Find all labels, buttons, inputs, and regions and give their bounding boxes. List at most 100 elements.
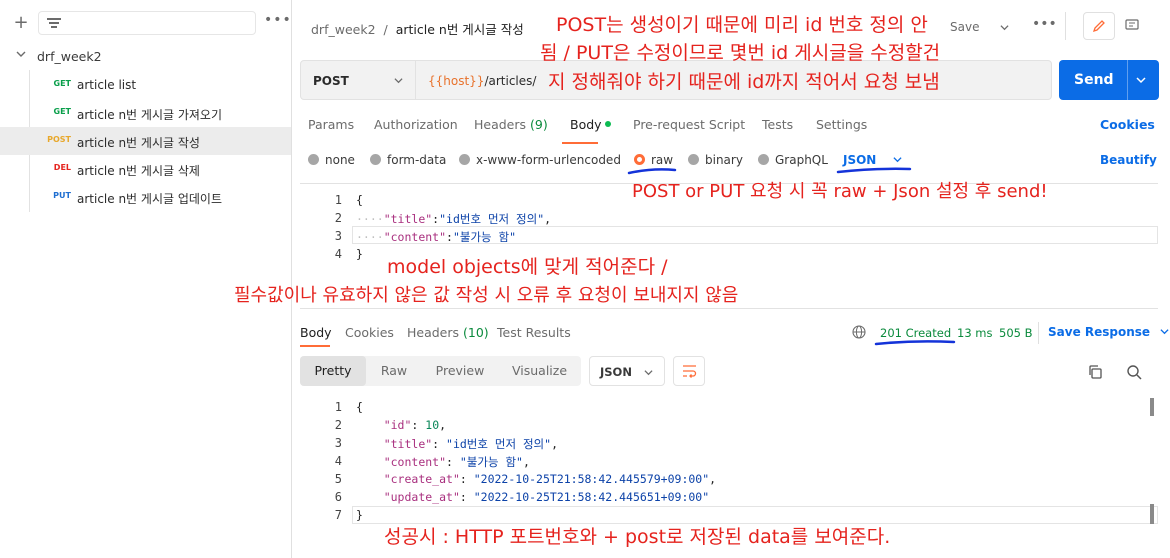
annotation-model-line-1: model objects에 맞게 적어준다 / (387, 256, 668, 278)
line-number: 4 (334, 247, 342, 261)
chevron-down-icon (394, 78, 403, 84)
radio-form-data[interactable]: form-data (370, 153, 446, 167)
radio-raw[interactable]: raw (634, 153, 673, 167)
annotation-top-line-1: POST는 생성이기 때문에 미리 id 번호 정의 안 (556, 14, 928, 36)
divider (1038, 322, 1039, 344)
radio-label: binary (705, 153, 743, 167)
line-number: 3 (334, 229, 342, 243)
sidebar-request-item-active[interactable]: POST article n번 게시글 작성 (0, 127, 291, 155)
radio-label: GraphQL (775, 153, 828, 167)
breadcrumb-collection[interactable]: drf_week2 (311, 22, 376, 37)
chevron-down-icon[interactable] (1000, 23, 1009, 32)
active-tab-indicator (300, 345, 330, 347)
line-number: 4 (334, 454, 342, 468)
scrollbar-thumb[interactable] (1150, 504, 1154, 524)
collection-name: drf_week2 (37, 49, 102, 64)
line-number: 2 (334, 211, 342, 225)
sidebar-filter-input[interactable] (38, 11, 256, 35)
comments-button[interactable] (1116, 12, 1148, 40)
code-line: { (356, 400, 363, 414)
view-raw[interactable]: Raw (366, 356, 422, 386)
view-preview[interactable]: Preview (422, 356, 498, 386)
annotation-raw-json: POST or PUT 요청 시 꼭 raw + Json 설정 후 send! (632, 181, 1048, 202)
sidebar-request-item[interactable]: GET article n번 게시글 가져오기 (0, 99, 291, 127)
line-number: 2 (334, 418, 342, 432)
tab-body[interactable]: Body (570, 117, 611, 132)
new-plus-icon[interactable]: + (12, 14, 30, 32)
copy-icon[interactable] (1087, 364, 1103, 380)
beautify-link[interactable]: Beautify (1100, 153, 1157, 167)
radio-urlencoded[interactable]: x-www-form-urlencoded (459, 153, 621, 167)
wrap-lines-button[interactable] (673, 356, 705, 386)
view-pretty[interactable]: Pretty (300, 356, 366, 386)
method-badge: GET (53, 79, 72, 88)
tab-authorization[interactable]: Authorization (374, 117, 458, 132)
search-icon[interactable] (1126, 364, 1142, 380)
sidebar-request-item[interactable]: PUT article n번 게시글 업데이트 (0, 183, 291, 211)
globe-icon[interactable] (852, 325, 866, 339)
response-format-select[interactable]: JSON (589, 356, 665, 386)
pencil-icon (1092, 20, 1105, 33)
line-number: 7 (334, 508, 342, 522)
line-number: 5 (334, 472, 342, 486)
tab-response-cookies[interactable]: Cookies (345, 325, 394, 340)
response-view-tabs: Pretty Raw Preview Visualize (300, 356, 581, 386)
code-line: ····"title":"id번호 먼저 정의", (356, 212, 552, 226)
sidebar-request-item[interactable]: DEL article n번 게시글 삭제 (0, 155, 291, 183)
brace: { (356, 400, 363, 414)
annotation-top-line-2: 됨 / PUT은 수정이므로 몇번 id 게시글을 수정할건 (540, 42, 941, 64)
scrollbar-thumb[interactable] (1150, 398, 1154, 416)
code-line: "update_at": "2022-10-25T21:58:42.445651… (383, 490, 710, 504)
response-time[interactable]: 13 ms (957, 326, 992, 340)
breadcrumb-request[interactable]: article n번 게시글 작성 (396, 22, 524, 37)
tab-tests[interactable]: Tests (762, 117, 793, 132)
url-path: /articles/ (484, 74, 537, 88)
code-line: { (356, 193, 363, 207)
tab-headers[interactable]: Headers (9) (474, 117, 548, 132)
code-line: "content": "불가능 함", (383, 455, 530, 469)
tab-test-results[interactable]: Test Results (497, 325, 571, 340)
annotation-top-line-3: 지 정해줘야 하기 때문에 id까지 적어서 요청 보냄 (548, 71, 940, 93)
brace: } (356, 508, 363, 522)
chevron-down-icon[interactable] (1136, 75, 1146, 85)
active-tab-indicator (562, 142, 598, 144)
chevron-down-icon (892, 157, 902, 163)
json-key: "title" (383, 437, 433, 451)
tab-params[interactable]: Params (308, 117, 354, 132)
radio-binary[interactable]: binary (688, 153, 743, 167)
url-input[interactable]: {{host}}/articles/ (428, 74, 536, 88)
radio-dot-selected (634, 154, 645, 165)
method-value: POST (313, 74, 349, 88)
radio-label: raw (651, 153, 674, 167)
response-size[interactable]: 505 B (999, 326, 1033, 340)
view-visualize[interactable]: Visualize (498, 356, 581, 386)
collection-item[interactable]: drf_week2 (0, 46, 292, 68)
json-key: "id" (383, 418, 412, 432)
tab-prerequest-script[interactable]: Pre-request Script (633, 117, 745, 132)
breadcrumb-separator: / (383, 22, 388, 37)
tab-settings[interactable]: Settings (816, 117, 867, 132)
body-format-select[interactable]: JSON (843, 153, 902, 167)
response-body-viewer[interactable]: 1 2 3 4 5 6 7 { "id": 10, "title": "id번호… (300, 396, 1158, 526)
more-icon[interactable]: ••• (1032, 16, 1057, 32)
radio-label: form-data (387, 153, 447, 167)
chevron-down-icon[interactable] (16, 49, 26, 59)
save-response-button[interactable]: Save Response (1048, 325, 1169, 339)
send-button[interactable]: Send (1059, 60, 1159, 100)
filter-icon[interactable] (47, 18, 61, 29)
sidebar-request-item[interactable]: GET article list (0, 71, 291, 99)
json-key: "content" (383, 230, 447, 244)
edit-pencil-button[interactable] (1083, 12, 1115, 40)
headers-count: (10) (463, 325, 489, 340)
json-value: "id번호 먼저 정의" (439, 212, 545, 226)
radio-none[interactable]: none (308, 153, 355, 167)
sidebar-more-icon[interactable]: ••• (264, 12, 292, 28)
method-select[interactable]: POST (301, 61, 416, 99)
radio-graphql[interactable]: GraphQL (758, 153, 828, 167)
tab-response-body[interactable]: Body (300, 325, 332, 340)
method-badge: GET (53, 107, 72, 116)
cookies-link[interactable]: Cookies (1100, 117, 1155, 132)
json-value: 10 (425, 418, 440, 432)
tab-response-headers[interactable]: Headers (10) (407, 325, 489, 340)
save-button[interactable]: Save (942, 14, 1016, 40)
